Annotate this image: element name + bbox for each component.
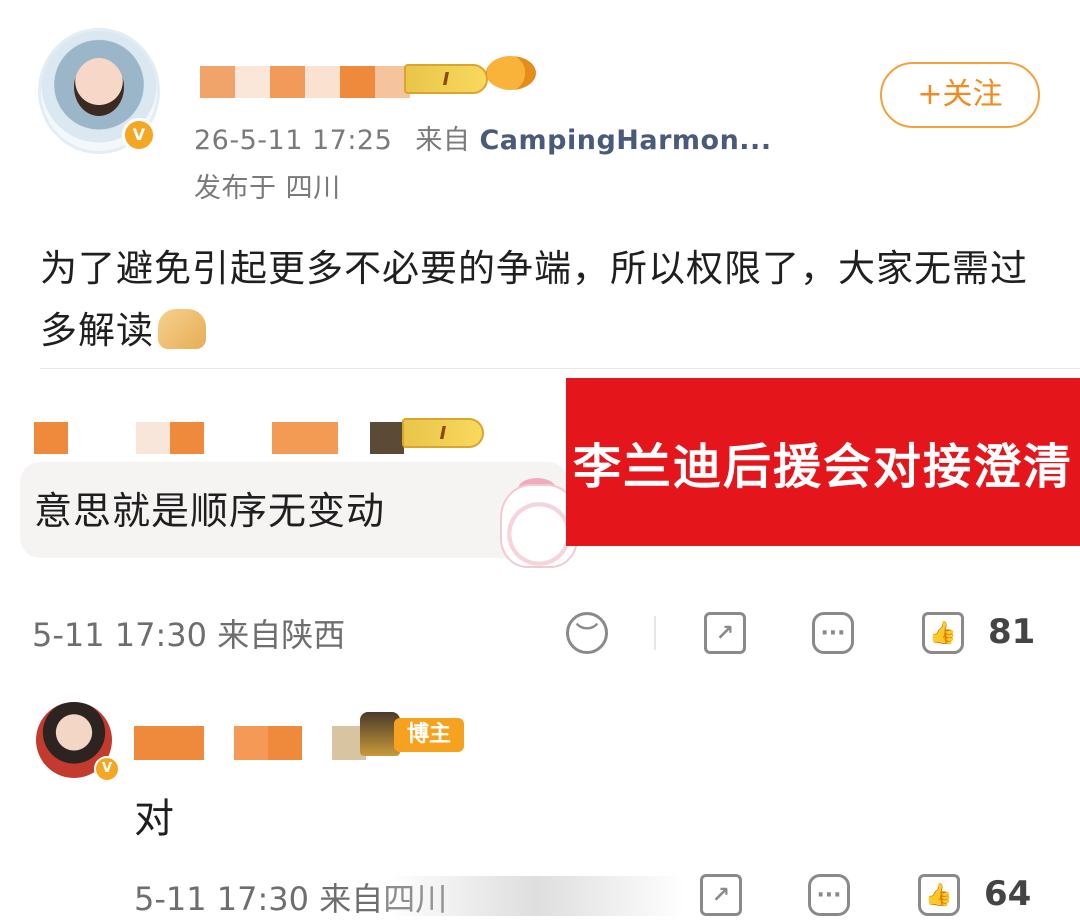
commenter-name-redacted[interactable] xyxy=(34,422,404,454)
commenter-level-label: I xyxy=(439,422,447,444)
post-meta: 26-5-11 17:25 来自 CampingHarmon... xyxy=(194,118,772,157)
verified-icon: V xyxy=(94,756,120,782)
reply-like-count: 64 xyxy=(984,874,1032,914)
weibo-watermark xyxy=(386,876,686,916)
share-icon[interactable]: ↗ xyxy=(704,612,746,654)
comment-icon[interactable]: ··· xyxy=(808,874,850,916)
verified-icon: V xyxy=(122,118,156,152)
follow-button[interactable]: +关注 xyxy=(880,62,1040,128)
pray-hands-icon xyxy=(158,309,206,349)
post-source-prefix: 来自 xyxy=(415,125,480,156)
divider xyxy=(40,368,1080,369)
blogger-avatar[interactable]: V xyxy=(36,702,120,782)
clarification-banner: 李兰迪后援会对接澄清 xyxy=(566,378,1080,546)
post-source[interactable]: CampingHarmon... xyxy=(479,125,771,156)
share-icon[interactable]: ↗ xyxy=(700,874,742,916)
comment-icon[interactable]: ··· xyxy=(812,612,854,654)
divider xyxy=(654,616,656,650)
like-icon[interactable]: 👍 xyxy=(918,874,960,916)
post-body: 为了避免引起更多不必要的争端，所以权限了，大家无需过多解读 xyxy=(40,238,1030,362)
reply-text: 对 xyxy=(134,796,174,842)
dislike-icon[interactable]: ︶ xyxy=(566,612,608,654)
commenter-level-badge-icon: I xyxy=(402,418,484,448)
level-badge-icon: I xyxy=(404,64,488,94)
comment-text: 意思就是顺序无变动 xyxy=(34,489,386,533)
level-badge-label: I xyxy=(442,68,450,90)
blogger-badge: 博主 xyxy=(394,718,464,752)
blogger-name-redacted[interactable] xyxy=(134,726,366,760)
like-count: 81 xyxy=(988,612,1036,652)
avatar-face xyxy=(74,58,124,116)
author-avatar[interactable]: V xyxy=(38,28,160,154)
comment-timestamp: 5-11 17:30 来自陕西 xyxy=(32,616,346,654)
post-location: 发布于 四川 xyxy=(194,173,341,204)
author-name-redacted[interactable] xyxy=(200,66,410,98)
fish-fan-icon xyxy=(486,56,536,90)
like-icon[interactable]: 👍 xyxy=(922,612,964,654)
post-timestamp: 26-5-11 17:25 xyxy=(194,125,393,156)
